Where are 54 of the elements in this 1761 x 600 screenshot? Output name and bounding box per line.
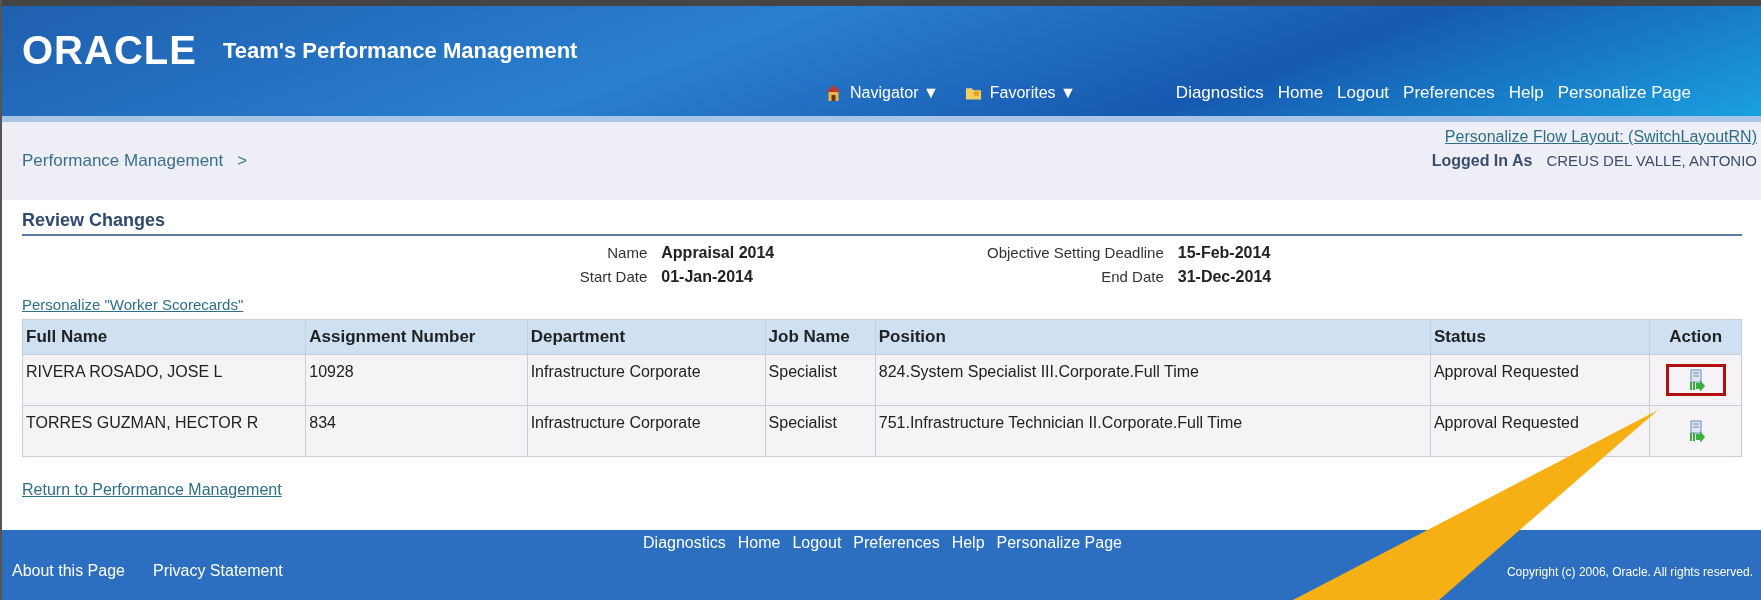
logged-in-label: Logged In As — [1431, 152, 1533, 170]
breadcrumb-link[interactable]: Performance Management — [22, 151, 224, 171]
header-link[interactable]: Help — [1508, 83, 1544, 103]
table-cell: 751.Infrastructure Technician II.Corporate.Full Time — [875, 405, 1431, 457]
footer-link[interactable]: Help — [951, 534, 985, 552]
field-value: 15-Feb-2014 — [1177, 244, 1272, 262]
table-cell: TORRES GUZMAN, HECTOR R — [22, 405, 306, 457]
table-cell: Infrastructure Corporate — [527, 354, 766, 406]
table-cell: Specialist — [765, 405, 876, 457]
field-label: End Date — [1100, 268, 1164, 286]
column-header: Action — [1649, 319, 1742, 355]
header-link[interactable]: Preferences — [1403, 83, 1495, 103]
field-value: Appraisal 2014 — [661, 244, 776, 262]
header-link[interactable]: Home — [1277, 83, 1324, 103]
table-cell: Infrastructure Corporate — [527, 405, 766, 457]
column-header: Position — [875, 319, 1431, 355]
column-header: Full Name — [22, 319, 306, 355]
table-cell: 834 — [305, 405, 528, 457]
footer-link[interactable]: Preferences — [853, 534, 940, 552]
column-header: Assignment Number — [305, 319, 528, 355]
footer-link[interactable]: About this Page — [12, 562, 125, 580]
copyright-text: Copyright (c) 2006, Oracle. All rights reserved. — [1506, 565, 1753, 579]
table-cell: Specialist — [765, 354, 876, 406]
column-header: Job Name — [765, 319, 876, 355]
footer-link[interactable]: Personalize Page — [996, 534, 1122, 552]
menu-button[interactable]: Navigator ▼ — [850, 84, 939, 102]
header-link[interactable]: Logout — [1337, 83, 1390, 103]
column-header: Status — [1430, 319, 1650, 355]
house-icon — [825, 84, 842, 102]
menu-button[interactable]: Favorites ▼ — [989, 84, 1076, 102]
page-title: Team's Performance Management — [222, 37, 578, 64]
table-cell: RIVERA ROSADO, JOSE L — [22, 354, 306, 406]
header-link[interactable]: Diagnostics — [1175, 83, 1264, 103]
field-label: Start Date — [578, 268, 648, 286]
table-cell: 10928 — [305, 354, 528, 406]
user-name: CREUS DEL VALLE, ANTONIO — [1546, 152, 1757, 169]
return-link[interactable]: Return to Performance Management — [22, 481, 282, 499]
footer-link[interactable]: Diagnostics — [643, 534, 726, 552]
field-label: Name — [606, 244, 648, 262]
footer-link[interactable]: Home — [737, 534, 781, 552]
personalize-link[interactable]: Personalize Flow Layout: (SwitchLayoutRN) — [1444, 128, 1757, 146]
section-title: Review Changes — [22, 204, 1742, 236]
table-cell: 824.System Specialist III.Corporate.Full Time — [875, 354, 1431, 406]
field-value: 01-Jan-2014 — [661, 268, 754, 286]
personalize-link[interactable]: Personalize "Worker Scorecards" — [22, 296, 244, 313]
footer-link[interactable]: Logout — [792, 534, 842, 552]
footer-link[interactable]: Privacy Statement — [152, 562, 283, 580]
field-label: Objective Setting Deadline — [987, 244, 1164, 262]
logo: ORACLE — [22, 28, 197, 73]
column-header: Department — [527, 319, 766, 355]
field-value: 31-Dec-2014 — [1177, 268, 1272, 286]
header-link[interactable]: Personalize Page — [1557, 83, 1691, 103]
table-cell: Approval Requested — [1430, 354, 1650, 406]
breadcrumb-separator: > — [237, 151, 248, 171]
